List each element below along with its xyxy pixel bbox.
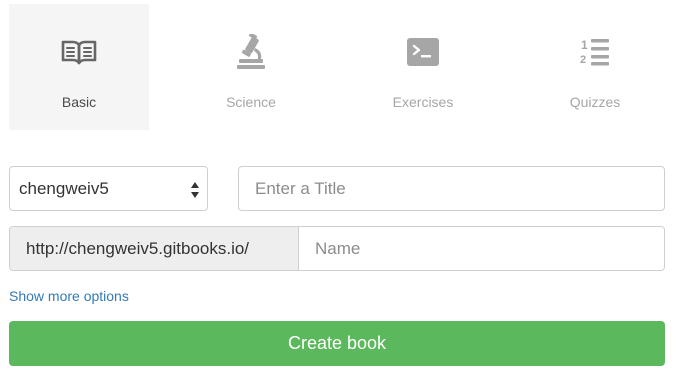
select-arrows-icon: [190, 180, 200, 200]
tab-exercises[interactable]: Exercises: [353, 4, 493, 130]
owner-select[interactable]: chengweiv5: [9, 166, 208, 211]
svg-text:2: 2: [580, 54, 586, 66]
book-open-icon: [61, 34, 97, 70]
url-prefix: http://chengweiv5.gitbooks.io/: [10, 227, 299, 270]
svg-text:1: 1: [581, 38, 588, 52]
tab-science[interactable]: Science: [181, 4, 321, 130]
tab-basic[interactable]: Basic: [9, 4, 149, 130]
microscope-icon: [236, 34, 266, 70]
tab-exercises-label: Exercises: [392, 94, 454, 110]
title-input[interactable]: [238, 166, 665, 211]
url-input-group: http://chengweiv5.gitbooks.io/: [9, 226, 665, 271]
owner-select-value: chengweiv5: [19, 178, 109, 198]
terminal-icon: [407, 34, 439, 70]
name-input[interactable]: [299, 227, 664, 270]
tab-basic-label: Basic: [61, 94, 97, 110]
create-book-panel: Basic Science Exercises 1 2 Quizzes chen…: [0, 0, 676, 371]
template-tabs: Basic Science Exercises 1 2 Quizzes: [9, 4, 675, 130]
tab-quizzes-label: Quizzes: [569, 94, 621, 110]
tab-quizzes[interactable]: 1 2 Quizzes: [525, 4, 665, 130]
show-more-options-link[interactable]: Show more options: [9, 288, 129, 304]
numbered-list-icon: 1 2: [580, 34, 610, 70]
create-book-button[interactable]: Create book: [9, 321, 665, 366]
tab-science-label: Science: [226, 94, 276, 110]
